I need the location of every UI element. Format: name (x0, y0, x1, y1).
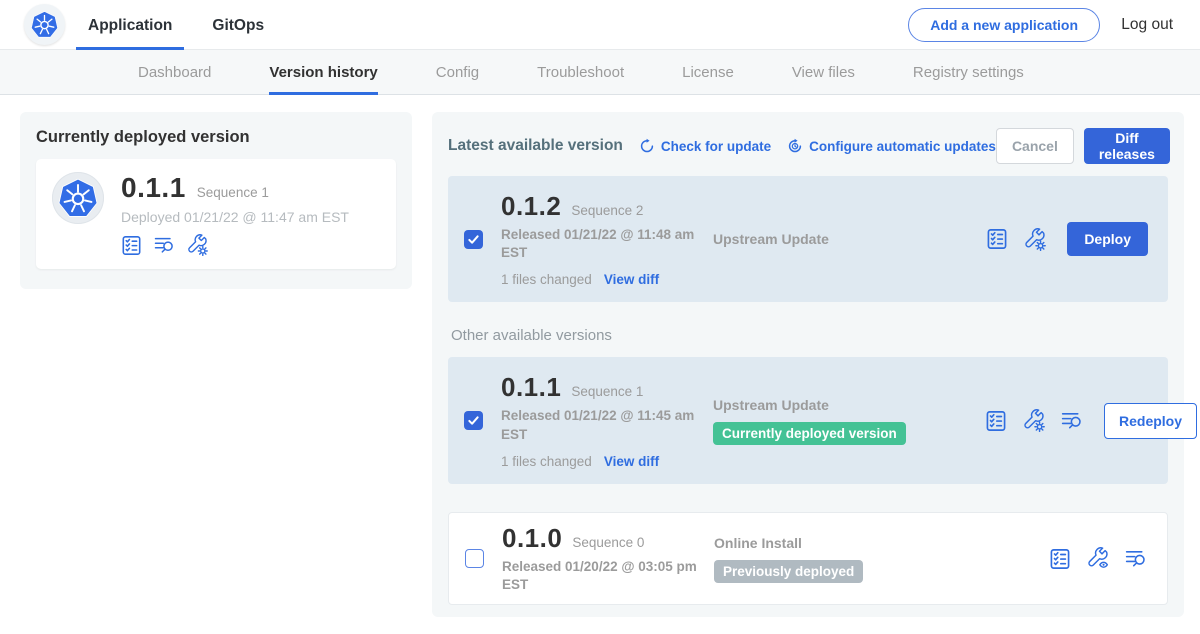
version-number: 0.1.0 (502, 523, 562, 554)
deployed-panel-title: Currently deployed version (20, 112, 412, 159)
main-content: Currently deployed version 0.1.1 Sequenc… (0, 95, 1200, 634)
version-number: 0.1.1 (501, 372, 561, 403)
diff-releases-button[interactable]: Diff releases (1084, 128, 1170, 164)
kubernetes-logo-icon (57, 177, 99, 219)
kubernetes-logo-icon (30, 10, 59, 39)
version-info: 0.1.0 Sequence 0 Released 01/20/22 @ 03:… (502, 523, 714, 594)
configure-automatic-updates-label: Configure automatic updates (809, 139, 996, 154)
version-actions: Redeploy (985, 403, 1197, 439)
check-icon (466, 232, 481, 247)
currently-deployed-panel: Currently deployed version 0.1.1 Sequenc… (20, 112, 412, 289)
subnav-tab-config[interactable]: Config (436, 50, 479, 95)
previously-deployed-badge: Previously deployed (714, 560, 863, 583)
deployed-version-card: 0.1.1 Sequence 1 Deployed 01/21/22 @ 11:… (36, 159, 396, 269)
version-source: Online Install Previously deployed (714, 535, 986, 583)
header-tabs: Application GitOps (76, 0, 276, 50)
app-icon-badge (52, 172, 104, 224)
app-header: Application GitOps Add a new application… (0, 0, 1200, 50)
available-versions-panel: Latest available version Check for updat… (432, 112, 1184, 617)
version-row-0-1-0: 0.1.0 Sequence 0 Released 01/20/22 @ 03:… (448, 512, 1168, 605)
version-info: 0.1.2 Sequence 2 Released 01/21/22 @ 11:… (501, 191, 713, 287)
subnav-tab-view-files[interactable]: View files (792, 50, 855, 95)
lines-magnifier-icon[interactable] (1060, 409, 1083, 432)
version-info: 0.1.1 Sequence 1 Released 01/21/22 @ 11:… (501, 372, 713, 468)
configure-automatic-updates-link[interactable]: Configure automatic updates (787, 138, 996, 154)
version-source: Upstream Update (713, 231, 985, 247)
available-panel-header: Latest available version Check for updat… (448, 128, 1168, 164)
deployed-action-icons (121, 234, 349, 256)
version-number: 0.1.2 (501, 191, 561, 222)
check-for-update-link[interactable]: Check for update (639, 138, 771, 154)
subnav-tab-dashboard[interactable]: Dashboard (138, 50, 211, 95)
checklist-icon[interactable] (121, 235, 142, 256)
released-timestamp: Released 01/21/22 @ 11:45 am EST (501, 407, 697, 443)
subnav-tab-registry-settings[interactable]: Registry settings (913, 50, 1024, 95)
subnav-tab-version-history[interactable]: Version history (269, 50, 377, 95)
files-changed-label: 1 files changed (501, 272, 592, 287)
version-source: Upstream Update Currently deployed versi… (713, 397, 985, 445)
checklist-icon[interactable] (1049, 548, 1071, 570)
subnav-tab-troubleshoot[interactable]: Troubleshoot (537, 50, 624, 95)
version-sequence: Sequence 1 (571, 384, 643, 399)
tab-gitops[interactable]: GitOps (200, 0, 276, 50)
view-diff-link[interactable]: View diff (604, 272, 659, 287)
deployed-version-number: 0.1.1 (121, 172, 186, 204)
released-timestamp: Released 01/21/22 @ 11:48 am EST (501, 226, 697, 262)
released-timestamp: Released 01/20/22 @ 03:05 pm EST (502, 558, 698, 594)
clock-refresh-icon (787, 138, 803, 154)
version-source-label: Online Install (714, 535, 986, 551)
lines-magnifier-icon[interactable] (1124, 547, 1147, 570)
version-checkbox[interactable] (464, 411, 483, 430)
deployed-version-sequence: Sequence 1 (197, 185, 269, 200)
check-for-update-label: Check for update (661, 139, 771, 154)
wrench-eye-icon[interactable] (1086, 547, 1109, 570)
wrench-gear-icon[interactable] (186, 234, 208, 256)
deploy-button[interactable]: Deploy (1067, 222, 1148, 256)
deployed-timestamp: Deployed 01/21/22 @ 11:47 am EST (121, 209, 349, 225)
version-source-label: Upstream Update (713, 397, 985, 413)
logout-button[interactable]: Log out (1121, 0, 1173, 50)
version-actions: Deploy (986, 222, 1148, 256)
version-sequence: Sequence 0 (572, 535, 644, 550)
deployed-version-info: 0.1.1 Sequence 1 Deployed 01/21/22 @ 11:… (121, 172, 349, 256)
version-actions (1049, 547, 1147, 570)
add-application-button[interactable]: Add a new application (908, 8, 1100, 42)
cancel-button[interactable]: Cancel (996, 128, 1074, 164)
view-diff-link[interactable]: View diff (604, 454, 659, 469)
app-subnav: Dashboard Version history Config Trouble… (0, 50, 1200, 95)
checklist-icon[interactable] (986, 228, 1008, 250)
check-icon (466, 413, 481, 428)
app-logo (24, 4, 65, 45)
version-row-0-1-1: 0.1.1 Sequence 1 Released 01/21/22 @ 11:… (448, 357, 1168, 483)
lines-magnifier-icon[interactable] (153, 234, 175, 256)
subnav-tab-license[interactable]: License (682, 50, 734, 95)
wrench-gear-icon[interactable] (1023, 228, 1046, 251)
version-checkbox[interactable] (464, 230, 483, 249)
version-sequence: Sequence 2 (571, 203, 643, 218)
redeploy-button[interactable]: Redeploy (1104, 403, 1197, 439)
files-changed-label: 1 files changed (501, 454, 592, 469)
available-panel-title: Latest available version (448, 137, 623, 155)
wrench-gear-icon[interactable] (1022, 409, 1045, 432)
version-row-0-1-2: 0.1.2 Sequence 2 Released 01/21/22 @ 11:… (448, 176, 1168, 302)
checklist-icon[interactable] (985, 410, 1007, 432)
tab-application[interactable]: Application (76, 0, 184, 50)
other-versions-title: Other available versions (451, 327, 1168, 344)
version-checkbox[interactable] (465, 549, 484, 568)
currently-deployed-badge: Currently deployed version (713, 422, 906, 445)
refresh-icon (639, 138, 655, 154)
version-source-label: Upstream Update (713, 231, 985, 247)
